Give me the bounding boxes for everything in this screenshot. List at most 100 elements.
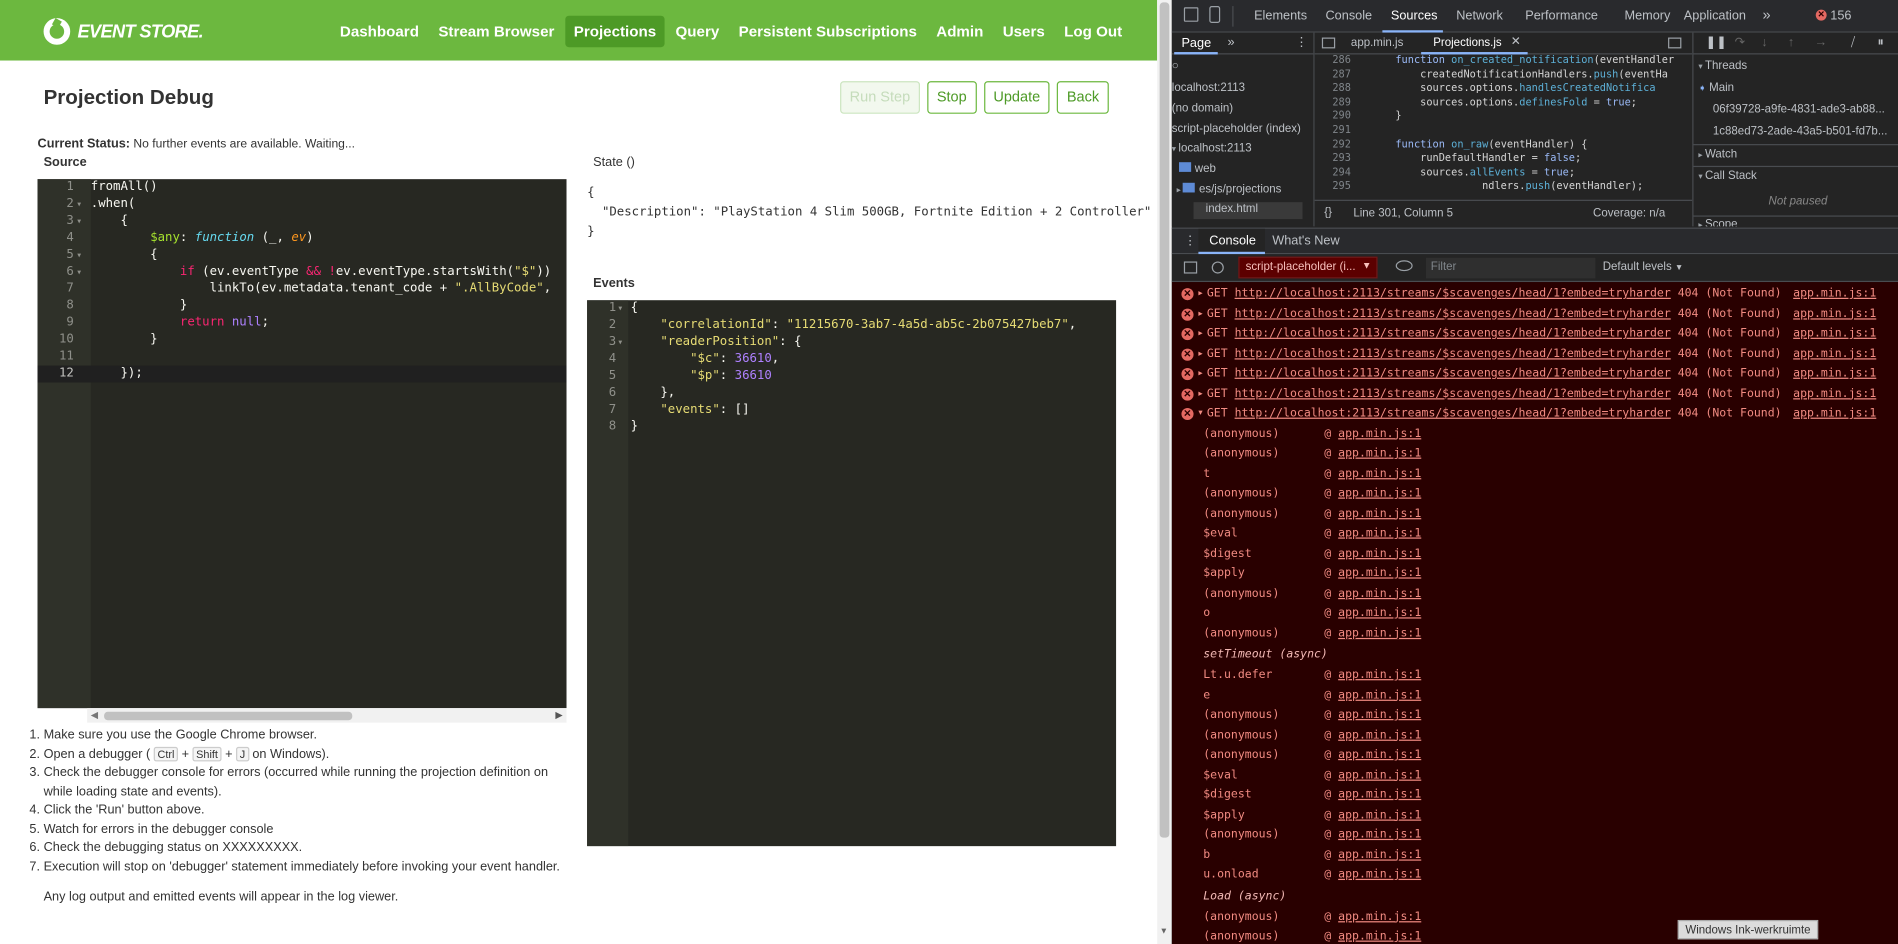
navigator-more-icon[interactable]: » xyxy=(1227,35,1234,50)
page-scrollbar-thumb[interactable] xyxy=(1159,2,1170,838)
tree-item-index-html[interactable]: index.html xyxy=(1193,202,1303,220)
request-url[interactable]: http://localhost:2113/streams/$scavenges… xyxy=(1235,407,1671,420)
scroll-left-icon[interactable]: ◀ xyxy=(91,709,98,720)
console-error-row[interactable]: ✕ ▸ GET http://localhost:2113/streams/$sca… xyxy=(1172,324,1898,344)
tab-console[interactable]: Console xyxy=(1325,8,1372,23)
stack-source-link[interactable]: app.min.js:1 xyxy=(1338,487,1421,500)
stack-source-link[interactable]: app.min.js:1 xyxy=(1338,507,1421,520)
expand-arrow-icon[interactable]: ▸ xyxy=(1198,384,1202,404)
live-expression-eye-icon[interactable] xyxy=(1395,260,1413,272)
navigator-menu-icon[interactable]: ⋮ xyxy=(1295,35,1308,50)
step-icon[interactable]: → xyxy=(1815,35,1828,50)
tree-item[interactable]: (no domain) xyxy=(1172,102,1233,115)
step-out-icon[interactable]: ↑ xyxy=(1788,35,1794,50)
update-button[interactable]: Update xyxy=(983,81,1050,114)
request-url[interactable]: http://localhost:2113/streams/$scavenges… xyxy=(1235,327,1671,340)
tree-item[interactable]: localhost:2113 xyxy=(1172,81,1245,94)
stack-frame[interactable]: b @ app.min.js:1 xyxy=(1203,846,1421,866)
tree-item[interactable]: ▾ localhost:2113 xyxy=(1172,142,1252,155)
stack-source-link[interactable]: app.min.js:1 xyxy=(1338,708,1421,721)
error-count[interactable]: 156 xyxy=(1830,8,1851,23)
nav-persistent-subscriptions[interactable]: Persistent Subscriptions xyxy=(730,16,925,47)
source-link[interactable]: app.min.js:1 xyxy=(1793,324,1876,344)
stack-source-link[interactable]: app.min.js:1 xyxy=(1338,586,1421,599)
thread-item[interactable]: 06f39728-a9fe-4831-ade3-ab88... xyxy=(1713,103,1897,116)
expand-arrow-icon[interactable]: ▸ xyxy=(1198,304,1202,324)
nav-users[interactable]: Users xyxy=(994,16,1053,47)
stack-frame[interactable]: (anonymous) @ app.min.js:1 xyxy=(1203,444,1421,464)
stack-frame[interactable]: $eval @ app.min.js:1 xyxy=(1203,766,1421,786)
stack-source-link[interactable]: app.min.js:1 xyxy=(1338,427,1421,440)
nav-query[interactable]: Query xyxy=(667,16,728,47)
deactivate-breakpoints-icon[interactable]: ⧸ xyxy=(1851,35,1855,51)
source-link[interactable]: app.min.js:1 xyxy=(1793,384,1876,404)
watch-header[interactable]: ▸ Watch xyxy=(1698,148,1737,161)
request-url[interactable]: http://localhost:2113/streams/$scavenges… xyxy=(1235,387,1671,400)
stack-frame[interactable]: (anonymous) @ app.min.js:1 xyxy=(1203,907,1421,927)
thread-item[interactable]: 1c88ed73-2ade-43a5-b501-fd7b... xyxy=(1713,125,1897,138)
pause-icon[interactable]: ❚❚ xyxy=(1706,35,1727,50)
expand-arrow-icon[interactable]: ▸ xyxy=(1198,364,1202,384)
scrollbar-thumb[interactable] xyxy=(104,711,353,721)
stack-frame[interactable]: (anonymous) @ app.min.js:1 xyxy=(1203,504,1421,524)
tab-page[interactable]: Page xyxy=(1181,36,1211,51)
source-link[interactable]: app.min.js:1 xyxy=(1793,364,1876,384)
nav-projections[interactable]: Projections xyxy=(565,15,665,48)
source-link[interactable]: app.min.js:1 xyxy=(1793,404,1876,424)
tree-item[interactable]: web xyxy=(1179,162,1216,176)
console-error-row[interactable]: ✕ ▸ GET http://localhost:2113/streams/$sca… xyxy=(1172,284,1898,304)
expand-arrow-icon[interactable]: ▸ xyxy=(1198,324,1202,344)
stack-source-link[interactable]: app.min.js:1 xyxy=(1338,748,1421,761)
nav-stream-browser[interactable]: Stream Browser xyxy=(430,16,563,47)
tab-application[interactable]: Application xyxy=(1684,8,1746,23)
page-scrollbar[interactable]: ▼ xyxy=(1157,0,1172,944)
drawer-tab-console[interactable]: Console xyxy=(1209,234,1256,249)
drawer-tab-whats-new[interactable]: What's New xyxy=(1272,234,1339,249)
stack-source-link[interactable]: app.min.js:1 xyxy=(1338,688,1421,701)
more-tabs-icon[interactable]: » xyxy=(1762,6,1770,23)
log-levels-dropdown[interactable]: Default levels ▼ xyxy=(1603,260,1684,273)
expand-arrow-icon[interactable]: ▾ xyxy=(1198,404,1202,424)
console-error-row[interactable]: ✕ ▸ GET http://localhost:2113/streams/$sca… xyxy=(1172,304,1898,324)
stack-frame[interactable]: (anonymous) @ app.min.js:1 xyxy=(1203,746,1421,766)
expand-arrow-icon[interactable]: ▸ xyxy=(1198,284,1202,304)
stack-source-link[interactable]: app.min.js:1 xyxy=(1338,668,1421,681)
scope-header[interactable]: ▸ Scope xyxy=(1698,218,1737,226)
stack-frame[interactable]: o @ app.min.js:1 xyxy=(1203,604,1421,624)
nav-dashboard[interactable]: Dashboard xyxy=(331,16,427,47)
stack-source-link[interactable]: app.min.js:1 xyxy=(1338,567,1421,580)
tab-performance[interactable]: Performance xyxy=(1525,8,1598,23)
tree-item[interactable]: ▸ es/js/projections xyxy=(1177,182,1281,196)
drawer-menu-icon[interactable]: ⋮ xyxy=(1184,234,1197,249)
stack-frame[interactable]: $digest @ app.min.js:1 xyxy=(1203,786,1421,806)
stack-source-link[interactable]: app.min.js:1 xyxy=(1338,808,1421,821)
stack-frame[interactable]: (anonymous) @ app.min.js:1 xyxy=(1203,927,1421,944)
file-tab-projections-js[interactable]: Projections.js xyxy=(1433,36,1501,49)
request-url[interactable]: http://localhost:2113/streams/$scavenges… xyxy=(1235,367,1671,380)
stack-frame[interactable]: (anonymous) @ app.min.js:1 xyxy=(1203,706,1421,726)
source-horizontal-scrollbar[interactable]: ◀ ▶ xyxy=(87,708,567,723)
stack-source-link[interactable]: app.min.js:1 xyxy=(1338,728,1421,741)
thread-item-main[interactable]: ➧ Main xyxy=(1698,81,1734,94)
stack-source-link[interactable]: app.min.js:1 xyxy=(1338,788,1421,801)
close-tab-icon[interactable]: ✕ xyxy=(1511,35,1521,48)
tab-network[interactable]: Network xyxy=(1456,8,1503,23)
stack-frame[interactable]: u.onload @ app.min.js:1 xyxy=(1203,866,1421,886)
stack-frame[interactable]: t @ app.min.js:1 xyxy=(1203,464,1421,484)
device-toolbar-icon[interactable] xyxy=(1209,6,1221,23)
events-editor[interactable]: 1 ▾{ 2 "correlationId": "11215670-3ab7-4a… xyxy=(587,300,1117,847)
stack-source-link[interactable]: app.min.js:1 xyxy=(1338,447,1421,460)
console-filter-input[interactable]: Filter xyxy=(1425,257,1596,279)
back-button[interactable]: Back xyxy=(1057,81,1109,114)
stack-source-link[interactable]: app.min.js:1 xyxy=(1338,527,1421,540)
stack-frame[interactable]: (anonymous) @ app.min.js:1 xyxy=(1203,726,1421,746)
source-link[interactable]: app.min.js:1 xyxy=(1793,284,1876,304)
call-stack-header[interactable]: ▾ Call Stack xyxy=(1698,169,1756,182)
inspect-element-icon[interactable] xyxy=(1183,7,1199,22)
tree-item[interactable]: script-placeholder (index) xyxy=(1172,122,1301,135)
stack-frame[interactable]: (anonymous) @ app.min.js:1 xyxy=(1203,424,1421,444)
event-store-logo[interactable]: EVENT STORE. xyxy=(43,17,204,46)
stack-frame[interactable]: $digest @ app.min.js:1 xyxy=(1203,544,1421,564)
stack-source-link[interactable]: app.min.js:1 xyxy=(1338,547,1421,560)
stack-frame[interactable]: $apply @ app.min.js:1 xyxy=(1203,564,1421,584)
